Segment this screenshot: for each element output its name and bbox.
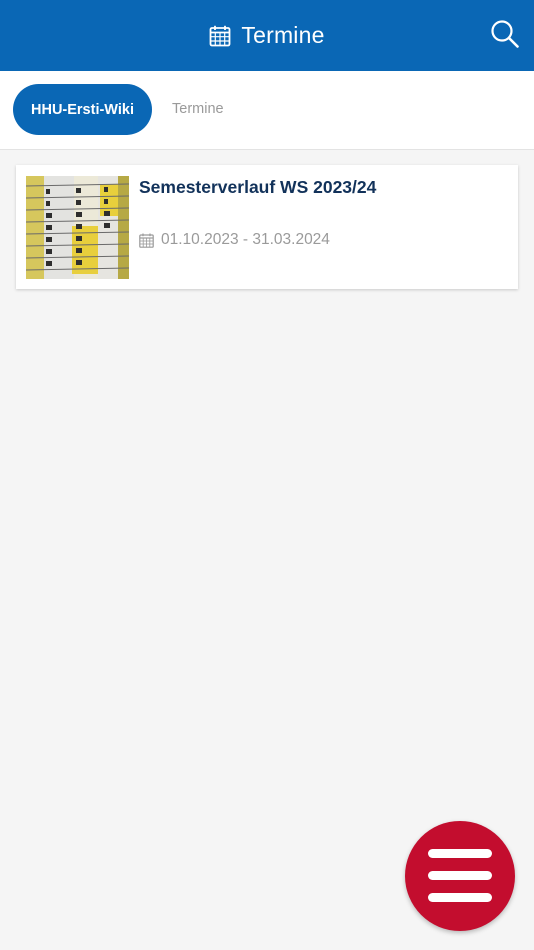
- breadcrumb-current: Termine: [172, 101, 224, 117]
- app-header: Termine: [0, 0, 534, 71]
- menu-icon-bar: [428, 871, 492, 880]
- app-screen: Termine HHU-Ersti-Wiki Termine Semesterv…: [0, 0, 534, 950]
- event-card[interactable]: Semesterverlauf WS 2023/24 01.10.2023 - …: [16, 165, 518, 289]
- calendar-icon: [209, 25, 231, 47]
- search-icon: [490, 19, 522, 49]
- event-date: 01.10.2023 - 31.03.2024: [139, 231, 330, 249]
- breadcrumb: HHU-Ersti-Wiki Termine: [0, 71, 534, 150]
- page-title: Termine: [241, 22, 325, 48]
- menu-fab-button[interactable]: [405, 821, 515, 931]
- breadcrumb-parent-button[interactable]: HHU-Ersti-Wiki: [13, 84, 152, 135]
- menu-icon-bar: [428, 893, 492, 902]
- calendar-icon: [139, 233, 154, 248]
- event-date-range: 01.10.2023 - 31.03.2024: [161, 231, 330, 248]
- search-button[interactable]: [490, 19, 522, 51]
- header-title-group: Termine: [209, 22, 324, 49]
- event-thumbnail: [26, 176, 129, 279]
- menu-icon-bar: [428, 849, 492, 858]
- event-title: Semesterverlauf WS 2023/24: [139, 177, 377, 197]
